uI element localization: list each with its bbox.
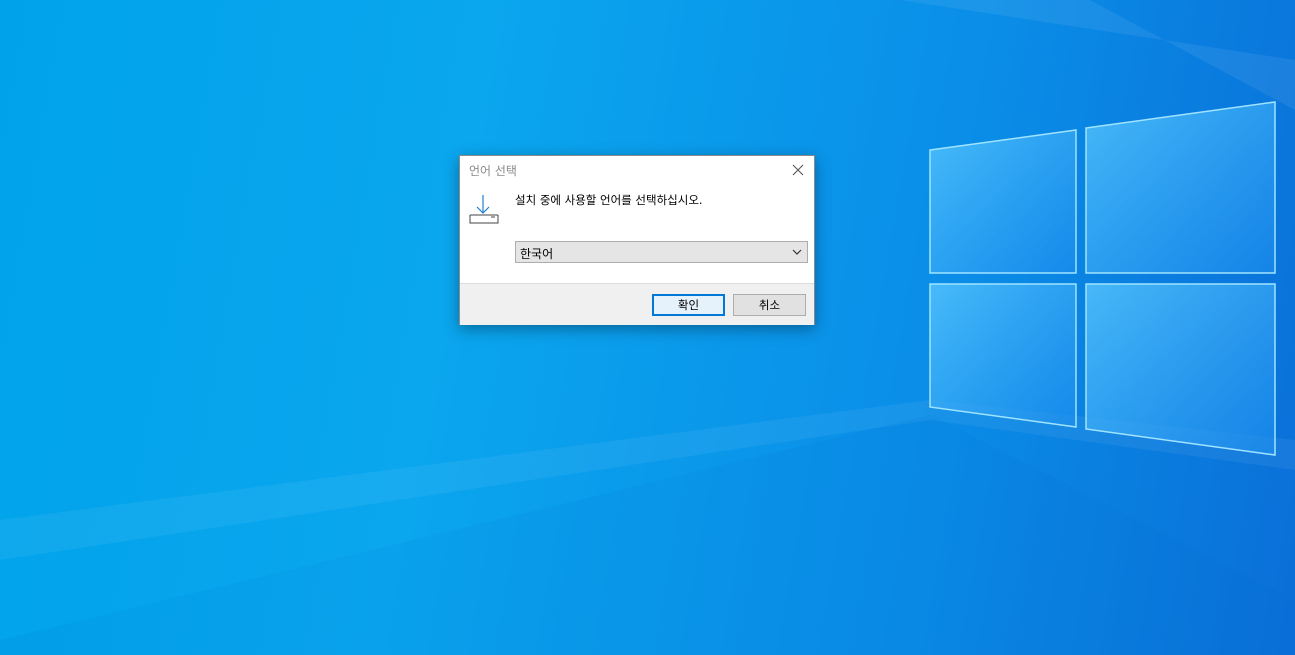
dialog-title: 언어 선택 bbox=[469, 164, 517, 178]
language-dropdown-value: 한국어 bbox=[520, 247, 554, 261]
install-download-icon bbox=[469, 195, 499, 224]
dialog-message: 설치 중에 사용할 언어를 선택하십시오. bbox=[515, 193, 703, 207]
windows-logo bbox=[929, 101, 1276, 456]
language-dropdown[interactable]: 한국어 bbox=[515, 241, 808, 263]
cancel-button[interactable]: 취소 bbox=[733, 294, 806, 316]
desktop: 언어 선택 설치 중에 사용할 언어를 선택하십시오. 한국어 확인 취소 bbox=[0, 0, 1295, 655]
close-button[interactable] bbox=[782, 156, 814, 184]
chevron-down-icon bbox=[792, 249, 802, 255]
dialog-footer: 확인 취소 bbox=[460, 283, 814, 325]
windows-wallpaper bbox=[0, 0, 1295, 655]
close-icon bbox=[792, 164, 804, 176]
dialog-titlebar[interactable]: 언어 선택 bbox=[460, 156, 814, 184]
ok-button[interactable]: 확인 bbox=[652, 294, 725, 316]
language-select-dialog: 언어 선택 설치 중에 사용할 언어를 선택하십시오. 한국어 확인 취소 bbox=[459, 155, 815, 325]
